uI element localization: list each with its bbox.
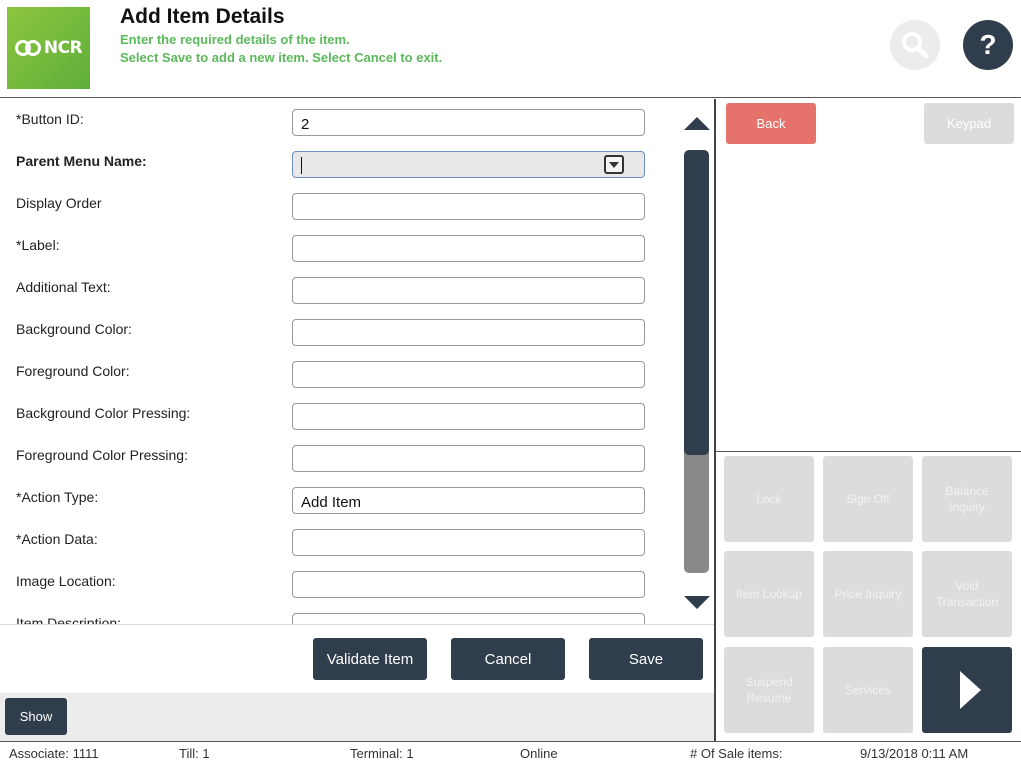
image-location-field[interactable] bbox=[292, 571, 645, 598]
pos-screen: NCR Add Item Details Enter the required … bbox=[0, 0, 1021, 765]
instruction-line-2: Select Save to add a new item. Select Ca… bbox=[120, 50, 443, 65]
page-instructions: Enter the required details of the item. … bbox=[120, 31, 442, 67]
display-order-field[interactable] bbox=[292, 193, 645, 220]
form-scrollbar[interactable] bbox=[684, 150, 709, 573]
item-description-label: Item Description: bbox=[16, 615, 122, 625]
form-row-foreground-color: Foreground Color: bbox=[0, 351, 660, 393]
button-id-label: *Button ID: bbox=[16, 111, 84, 127]
item-lookup-button[interactable]: Item Lookup bbox=[724, 551, 814, 637]
text-cursor bbox=[301, 157, 302, 174]
label-label: *Label: bbox=[16, 237, 60, 253]
form-row-button-id: *Button ID: 2 bbox=[0, 99, 660, 141]
sale-items-status: # Of Sale items: bbox=[690, 746, 783, 761]
action-type-label: *Action Type: bbox=[16, 489, 99, 505]
cancel-button[interactable]: Cancel bbox=[451, 638, 565, 680]
header: NCR Add Item Details Enter the required … bbox=[0, 0, 1021, 98]
foreground-color-pressing-label: Foreground Color Pressing: bbox=[16, 447, 188, 463]
lock-button[interactable]: Lock bbox=[724, 456, 814, 542]
label-field[interactable] bbox=[292, 235, 645, 262]
help-button[interactable]: ? bbox=[963, 20, 1013, 70]
form-row-image-location: Image Location: bbox=[0, 561, 660, 603]
form-row-label: *Label: bbox=[0, 225, 660, 267]
services-button[interactable]: Services bbox=[823, 647, 913, 733]
price-inquiry-button[interactable]: Price Inquiry bbox=[823, 551, 913, 637]
additional-text-field[interactable] bbox=[292, 277, 645, 304]
search-button[interactable] bbox=[890, 20, 940, 70]
suspend-resume-button[interactable]: Suspend Resume bbox=[724, 647, 814, 733]
item-details-form: *Button ID: 2 Parent Menu Name: Display … bbox=[0, 99, 714, 625]
next-page-button[interactable] bbox=[922, 647, 1012, 733]
logo-text: NCR bbox=[43, 38, 83, 58]
action-data-label: *Action Data: bbox=[16, 531, 98, 547]
scroll-down-arrow-icon[interactable] bbox=[684, 596, 710, 609]
button-id-field[interactable]: 2 bbox=[292, 109, 645, 136]
sign-off-button[interactable]: Sign Off bbox=[823, 456, 913, 542]
terminal-status: Terminal: 1 bbox=[350, 746, 414, 761]
background-color-label: Background Color: bbox=[16, 321, 132, 337]
parent-menu-name-dropdown[interactable] bbox=[292, 151, 645, 178]
instruction-line-1: Enter the required details of the item. bbox=[120, 32, 350, 47]
parent-menu-name-label: Parent Menu Name: bbox=[16, 153, 147, 169]
associate-status: Associate: 1111 bbox=[9, 746, 99, 761]
foreground-color-field[interactable] bbox=[292, 361, 645, 388]
show-button[interactable]: Show bbox=[5, 698, 67, 735]
form-row-background-color: Background Color: bbox=[0, 309, 660, 351]
form-row-action-data: *Action Data: bbox=[0, 519, 660, 561]
background-color-pressing-label: Background Color Pressing: bbox=[16, 405, 191, 421]
foreground-color-label: Foreground Color: bbox=[16, 363, 130, 379]
additional-text-label: Additional Text: bbox=[16, 279, 111, 295]
scrollbar-thumb[interactable] bbox=[684, 150, 709, 455]
ncr-logo: NCR bbox=[7, 7, 90, 89]
form-action-bar: Validate Item Cancel Save bbox=[0, 625, 714, 693]
back-button[interactable]: Back bbox=[726, 103, 816, 144]
form-row-parent-menu: Parent Menu Name: bbox=[0, 141, 660, 183]
status-bar: Associate: 1111 Till: 1 Terminal: 1 Onli… bbox=[0, 741, 1021, 765]
form-row-item-description: Item Description: bbox=[0, 603, 660, 625]
datetime-status: 9/13/2018 0:11 AM bbox=[860, 746, 969, 761]
chevron-right-icon bbox=[959, 671, 981, 709]
validate-item-button[interactable]: Validate Item bbox=[313, 638, 427, 680]
display-order-label: Display Order bbox=[16, 195, 102, 211]
ncr-logo-mark-icon bbox=[14, 40, 41, 56]
page-title: Add Item Details bbox=[120, 5, 285, 28]
form-row-additional-text: Additional Text: bbox=[0, 267, 660, 309]
till-status: Till: 1 bbox=[179, 746, 210, 761]
right-function-panel: Back Keypad Lock Sign Off Balance Inquir… bbox=[714, 99, 1021, 741]
bottom-strip: Show bbox=[0, 693, 714, 741]
image-location-label: Image Location: bbox=[16, 573, 116, 589]
search-icon bbox=[902, 32, 929, 59]
scroll-up-arrow-icon[interactable] bbox=[684, 117, 710, 130]
item-description-field[interactable] bbox=[292, 613, 645, 624]
save-button[interactable]: Save bbox=[589, 638, 703, 680]
dropdown-arrow-icon[interactable] bbox=[604, 155, 624, 174]
online-status: Online bbox=[520, 746, 558, 761]
form-row-foreground-color-pressing: Foreground Color Pressing: bbox=[0, 435, 660, 477]
form-row-action-type: *Action Type: Add Item bbox=[0, 477, 660, 519]
help-icon: ? bbox=[979, 29, 997, 60]
balance-inquiry-button[interactable]: Balance Inquiry bbox=[922, 456, 1012, 542]
keypad-button[interactable]: Keypad bbox=[924, 103, 1014, 144]
action-data-field[interactable] bbox=[292, 529, 645, 556]
background-color-field[interactable] bbox=[292, 319, 645, 346]
form-row-background-color-pressing: Background Color Pressing: bbox=[0, 393, 660, 435]
form-row-display-order: Display Order bbox=[0, 183, 660, 225]
background-color-pressing-field[interactable] bbox=[292, 403, 645, 430]
foreground-color-pressing-field[interactable] bbox=[292, 445, 645, 472]
panel-divider bbox=[716, 451, 1021, 452]
action-type-field[interactable]: Add Item bbox=[292, 487, 645, 514]
void-transaction-button[interactable]: Void Transaction bbox=[922, 551, 1012, 637]
